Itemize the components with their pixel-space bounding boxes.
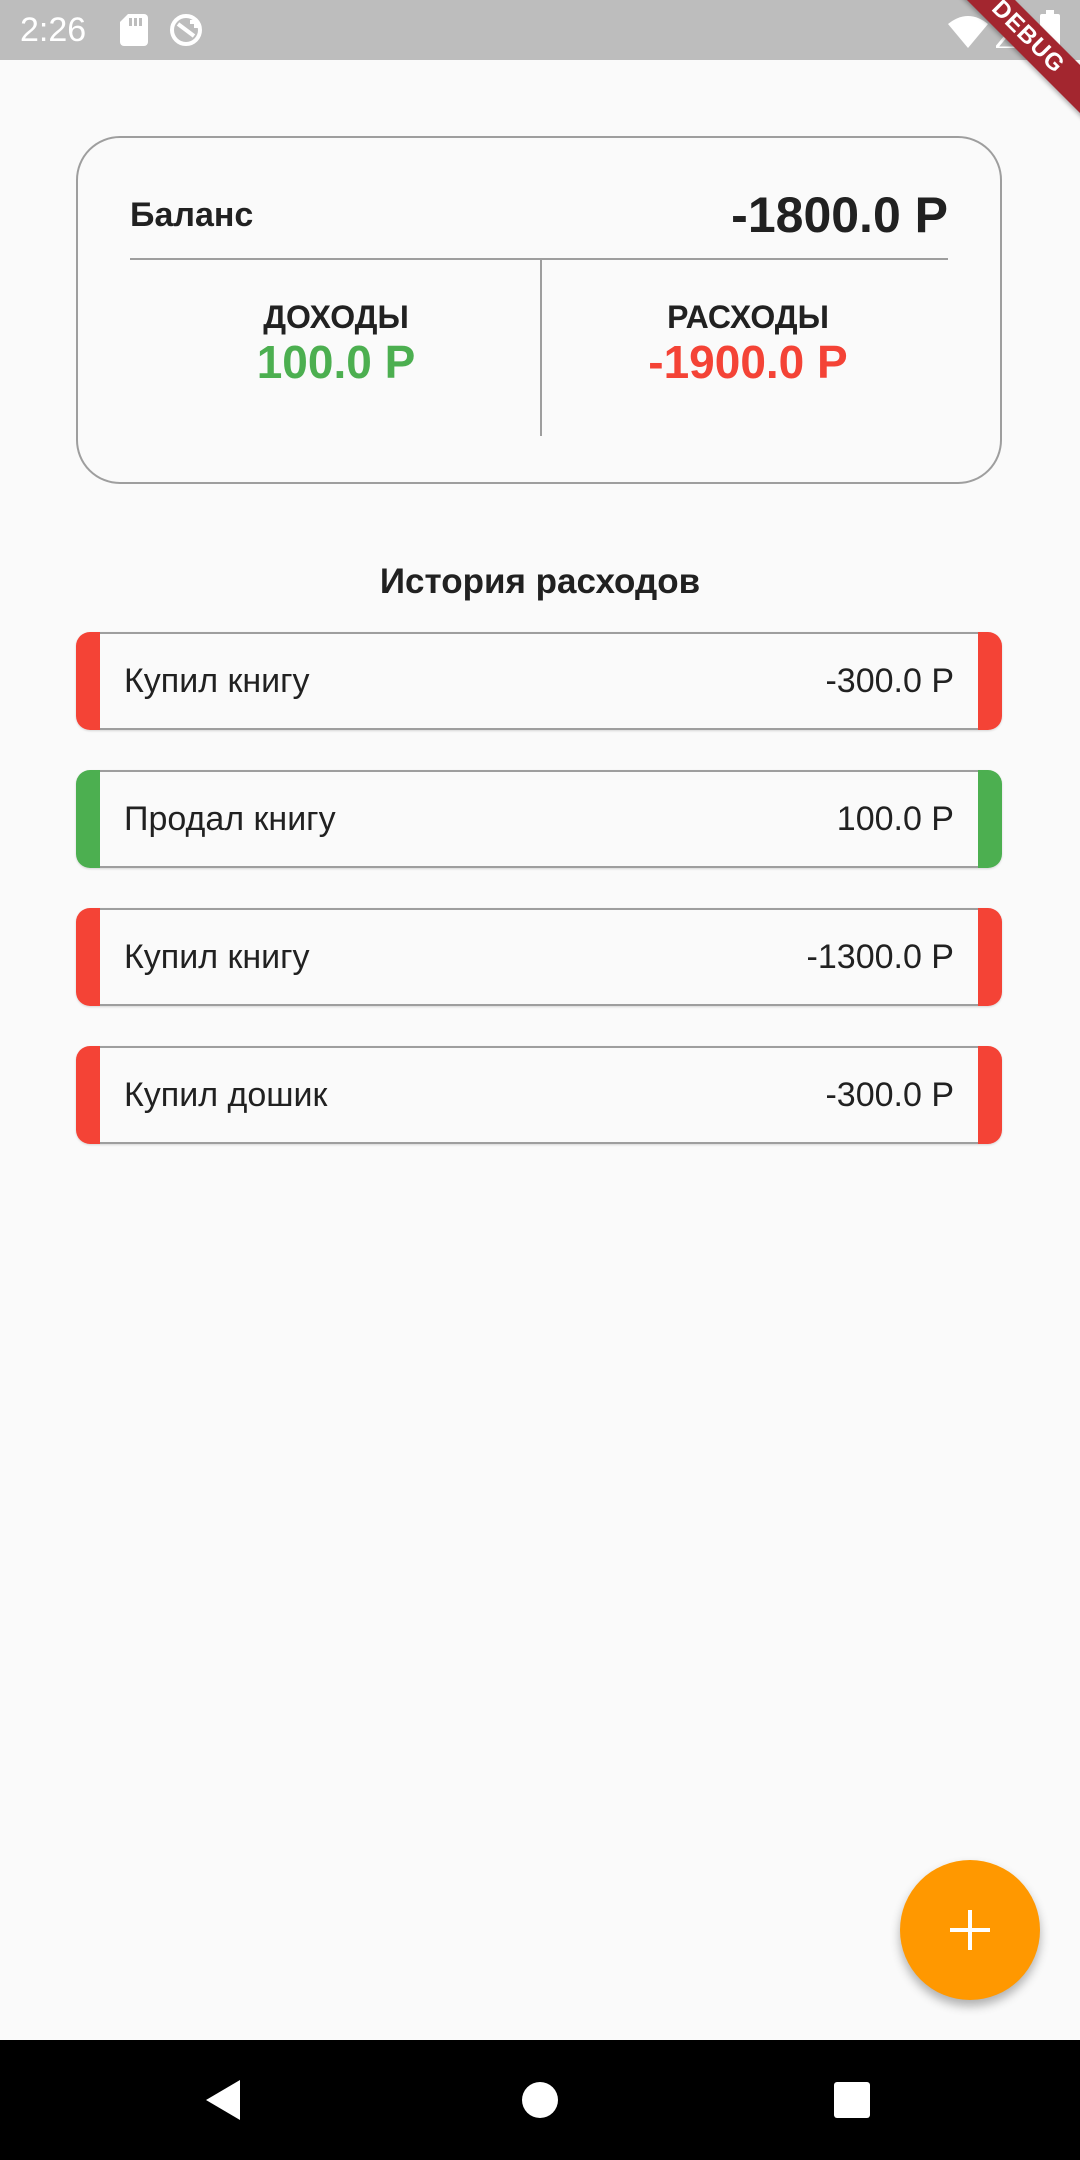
list-item-amount: -300.0 Р [825, 662, 954, 700]
status-stripe-left [76, 908, 100, 1006]
status-stripe-right [978, 1046, 1002, 1144]
status-stripe-left [76, 1046, 100, 1144]
list-item-body: Продал книгу 100.0 Р [100, 770, 978, 868]
expense-section: РАСХОДЫ -1900.0 Р [542, 298, 954, 388]
income-value: 100.0 Р [256, 336, 416, 388]
back-icon[interactable] [204, 2078, 244, 2122]
status-stripe-right [978, 908, 1002, 1006]
list-item-body: Купил книгу -1300.0 Р [100, 908, 978, 1006]
wifi-icon [948, 16, 988, 48]
list-item-body: Купил книгу -300.0 Р [100, 632, 978, 730]
balance-card: Баланс -1800.0 Р ДОХОДЫ 100.0 Р РАСХОДЫ … [76, 136, 1002, 484]
status-stripe-right [978, 632, 1002, 730]
plus-icon [950, 1910, 990, 1950]
list-item-name: Продал книгу [124, 800, 336, 838]
home-icon[interactable] [520, 2080, 560, 2120]
balance-label: Баланс [130, 196, 254, 234]
recent-apps-icon[interactable] [832, 2080, 872, 2120]
status-time: 2:26 [20, 11, 87, 49]
list-item-amount: 100.0 Р [836, 800, 954, 838]
expense-value: -1900.0 Р [648, 336, 848, 388]
list-item-name: Купил дошик [124, 1076, 328, 1114]
list-item-amount: -300.0 Р [825, 1076, 954, 1114]
navigation-bar [0, 2040, 1080, 2160]
list-item[interactable]: Купил книгу -1300.0 Р [76, 908, 1002, 1006]
history-title: История расходов [379, 562, 701, 601]
status-stripe-left [76, 770, 100, 868]
list-item-name: Купил книгу [124, 662, 310, 700]
expense-label: РАСХОДЫ [667, 299, 829, 335]
list-item-amount: -1300.0 Р [806, 938, 954, 976]
list-item[interactable]: Купил книгу -300.0 Р [76, 632, 1002, 730]
income-label: ДОХОДЫ [263, 299, 409, 335]
status-bar: 2:26 DEBUG [0, 0, 1080, 127]
balance-value: -1800.0 Р [731, 187, 948, 243]
list-item-body: Купил дошик -300.0 Р [100, 1046, 978, 1144]
income-section: ДОХОДЫ 100.0 Р [130, 298, 542, 388]
list-item[interactable]: Купил дошик -300.0 Р [76, 1046, 1002, 1144]
list-item-name: Купил книгу [124, 938, 310, 976]
sync-icon [170, 14, 202, 46]
sd-card-icon [120, 14, 148, 46]
divider-horizontal [130, 258, 948, 260]
status-stripe-left [76, 632, 100, 730]
add-transaction-button[interactable] [900, 1860, 1040, 2000]
status-stripe-right [978, 770, 1002, 868]
list-item[interactable]: Продал книгу 100.0 Р [76, 770, 1002, 868]
